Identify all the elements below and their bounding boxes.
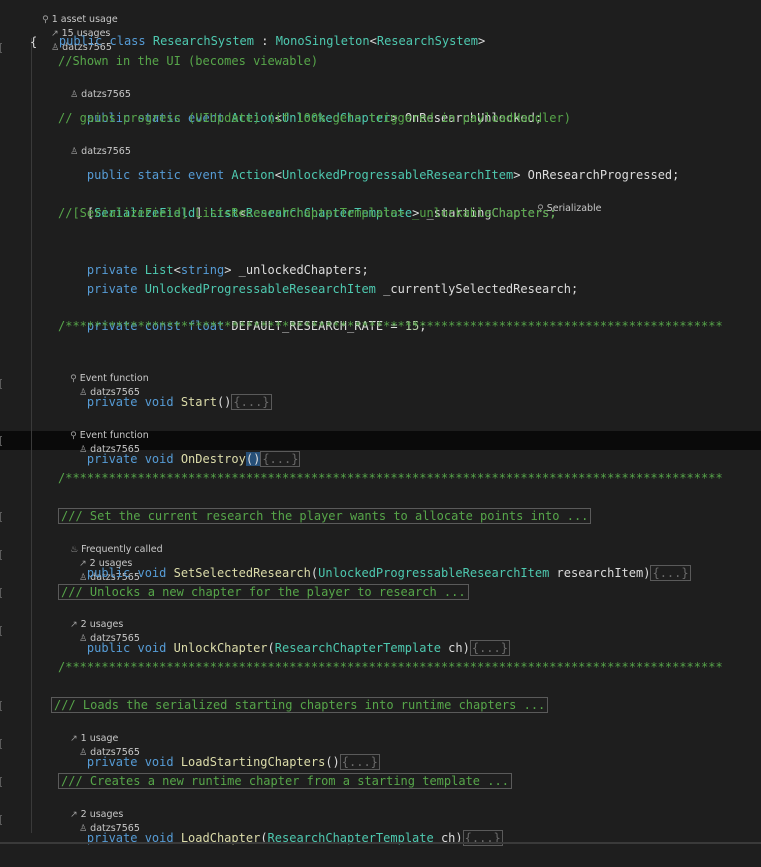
class-code-lens[interactable]: ⚲ 1 asset usage ↗ 15 usages ♙ datzs7565: [30, 0, 118, 53]
separator-comment-line[interactable]: /***************************************…: [58, 317, 723, 336]
author-code-lens[interactable]: ♙ datzs7565: [58, 131, 131, 157]
open-brace: {: [30, 35, 38, 49]
event-declaration-line[interactable]: public static event Action<UnlockedChapt…: [58, 90, 542, 125]
fold-marker[interactable]: [0, 550, 2, 560]
fold-marker[interactable]: [0, 588, 2, 598]
type: Action: [231, 168, 275, 182]
bracket: <: [369, 34, 377, 48]
method-loadchapter-line[interactable]: private void LoadChapter(ResearchChapter…: [58, 810, 503, 846]
method-loadstartingchapters-line[interactable]: private void LoadStartingChapters() {...}: [58, 734, 380, 770]
parentheses: (): [325, 755, 340, 769]
keyword: private void: [86, 755, 181, 769]
serializable-code-lens[interactable]: ⚲ Serializable: [525, 188, 601, 214]
setselected-code-lens[interactable]: ♨ Frequently called ↗ 2 usages ♙ datzs7565: [58, 529, 163, 583]
keyword: private void: [86, 452, 181, 466]
fold-marker[interactable]: [0, 815, 2, 825]
doc-comment-line[interactable]: /// Unlocks a new chapter for the player…: [58, 583, 469, 602]
method-ondestroy-line[interactable]: private void OnDestroy() {...}: [58, 431, 301, 467]
field-declaration-line[interactable]: private List<string> _unlockedChapters;: [58, 242, 369, 277]
collapsed-body[interactable]: {...}: [260, 451, 301, 467]
fold-marker[interactable]: [0, 701, 2, 711]
indent-guide: [31, 38, 32, 833]
bracket: >: [478, 34, 486, 48]
loadchapter-code-lens[interactable]: ↗ 2 usages ♙ datzs7565: [58, 794, 140, 834]
comment: //[SerializeField] List<ResearchChapterT…: [58, 206, 557, 220]
loadstarting-code-lens[interactable]: ↗ 1 usage ♙ datzs7565: [58, 718, 140, 758]
comment: /***************************************…: [58, 319, 723, 333]
class-name: ResearchSystem: [152, 34, 255, 48]
doc-comment-line[interactable]: /// Set the current research the player …: [58, 507, 592, 526]
collapsed-doc-comment[interactable]: /// Set the current research the player …: [58, 508, 592, 524]
bracket: <: [274, 168, 282, 182]
method-start-line[interactable]: private void Start() {...}: [58, 374, 272, 410]
type-argument: ResearchSystem: [376, 34, 479, 48]
const-declaration-line[interactable]: private const float DEFAULT_RESEARCH_RAT…: [58, 298, 427, 333]
keyword: public void: [86, 566, 174, 580]
code-editor[interactable]: ⚲ 1 asset usage ↗ 15 usages ♙ datzs7565 pub…: [0, 0, 761, 847]
ondestroy-code-lens[interactable]: ⚲ Event function ♙ datzs7565: [58, 415, 149, 455]
method-name: SetSelectedResearch: [173, 566, 311, 580]
class-declaration-line[interactable]: public class ResearchSystem : MonoSingle…: [30, 13, 485, 48]
method-name: OnDestroy: [180, 452, 246, 466]
method-name: LoadStartingChapters: [180, 755, 326, 769]
keyword: class: [109, 34, 146, 48]
type: UnlockedProgressableResearchItem: [144, 282, 376, 296]
comment: //Shown in the UI (becomes viewable): [58, 54, 319, 68]
identifier: _currentlySelectedResearch;: [375, 282, 579, 296]
doc-comment-line[interactable]: /// Loads the serialized starting chapte…: [51, 696, 549, 715]
collapsed-doc-comment[interactable]: /// Loads the serialized starting chapte…: [51, 697, 549, 713]
start-code-lens[interactable]: ⚲ Event function ♙ datzs7565: [58, 358, 149, 398]
method-name: Start: [180, 395, 217, 409]
unlockchapter-code-lens[interactable]: ↗ 2 usages ♙ datzs7565: [58, 604, 140, 644]
author-code-lens[interactable]: ♙ datzs7565: [58, 74, 131, 100]
method-unlockchapter-line[interactable]: public void UnlockChapter(ResearchChapte…: [58, 620, 510, 656]
collapsed-doc-comment[interactable]: /// Creates a new runtime chapter from a…: [58, 773, 512, 789]
parenthesis: (: [267, 641, 275, 655]
collapsed-body[interactable]: {...}: [339, 754, 380, 770]
parameter-name: researchItem: [549, 566, 644, 580]
editor-bottom-border: [0, 842, 761, 844]
comment-line[interactable]: //Shown in the UI (becomes viewable): [58, 52, 318, 71]
comment-line[interactable]: //[SerializeField] List<ResearchChapterT…: [58, 204, 557, 223]
identifier: OnResearchProgressed;: [520, 168, 680, 182]
keyword: public void: [86, 641, 174, 655]
field-declaration-line[interactable]: [SerializeField] List<ResearchChapterTem…: [58, 185, 557, 220]
parenthesis: ): [462, 641, 470, 655]
separator-comment-line[interactable]: /***************************************…: [58, 658, 723, 677]
keyword: private void: [86, 395, 181, 409]
keyword: private: [86, 282, 145, 296]
fold-marker[interactable]: [0, 43, 2, 53]
modifiers: public static event: [86, 168, 232, 182]
base-class: MonoSingleton: [275, 34, 370, 48]
separator-comment-line[interactable]: /***************************************…: [58, 469, 723, 488]
keyword: public: [58, 34, 103, 48]
comment: /***************************************…: [58, 471, 723, 485]
field-declaration-line[interactable]: private UnlockedProgressableResearchItem…: [58, 261, 578, 296]
collapsed-body[interactable]: {...}: [469, 640, 510, 656]
comment-line[interactable]: // gains progress (UIUpdate) (if 100% ge…: [58, 109, 571, 128]
comment: // gains progress (UIUpdate) (if 100% ge…: [58, 111, 571, 125]
parameter-name: ch: [440, 641, 463, 655]
type-argument: UnlockedProgressableResearchItem: [282, 168, 514, 182]
method-name: UnlockChapter: [173, 641, 268, 655]
parameter-type: UnlockedProgressableResearchItem: [318, 566, 550, 580]
fold-marker[interactable]: [0, 739, 2, 749]
parentheses: (): [216, 395, 232, 409]
event-declaration-line[interactable]: public static event Action<UnlockedProgr…: [58, 147, 679, 182]
brace-line[interactable]: {: [30, 33, 37, 52]
method-setselectedresearch-line[interactable]: public void SetSelectedResearch(Unlocked…: [58, 545, 691, 581]
collapsed-body[interactable]: {...}: [231, 394, 272, 410]
parentheses: (): [245, 452, 261, 466]
collapsed-doc-comment[interactable]: /// Unlocks a new chapter for the player…: [58, 584, 469, 600]
doc-comment-line[interactable]: /// Creates a new runtime chapter from a…: [58, 772, 512, 791]
fold-marker[interactable]: [0, 512, 2, 522]
collapsed-body[interactable]: {...}: [650, 565, 691, 581]
fold-marker[interactable]: [0, 436, 2, 446]
fold-marker[interactable]: [0, 626, 2, 636]
fold-marker[interactable]: [0, 777, 2, 787]
parameter-type: ResearchChapterTemplate: [274, 641, 441, 655]
operator: :: [254, 34, 276, 48]
fold-marker[interactable]: [0, 379, 2, 389]
comment: /***************************************…: [58, 660, 723, 674]
